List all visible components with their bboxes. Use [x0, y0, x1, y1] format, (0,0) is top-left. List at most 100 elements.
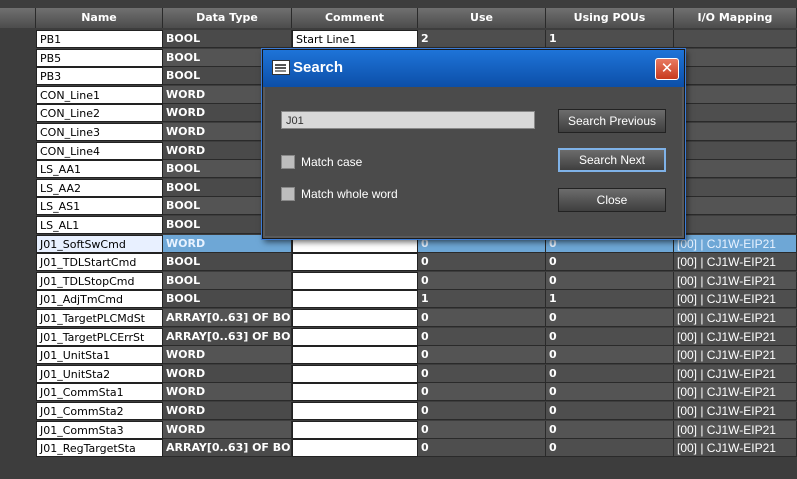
- cell-using-pous[interactable]: 0: [546, 253, 674, 272]
- cell-name[interactable]: PB3: [36, 67, 163, 86]
- column-header-use[interactable]: Use: [418, 8, 546, 28]
- cell-use[interactable]: 2: [418, 30, 546, 48]
- cell-io-mapping[interactable]: [674, 141, 797, 160]
- cell-data-type[interactable]: BOOL: [163, 30, 292, 48]
- cell-name[interactable]: LS_AL1: [36, 216, 163, 234]
- cell-name[interactable]: CON_Line3: [36, 123, 163, 141]
- cell-data-type[interactable]: BOOL: [163, 290, 292, 309]
- cell-comment[interactable]: [292, 346, 418, 365]
- cell-use[interactable]: 0: [418, 383, 546, 402]
- cell-name[interactable]: J01_UnitSta2: [36, 364, 163, 383]
- cell-name[interactable]: J01_TDLStopCmd: [36, 271, 163, 290]
- cell-data-type[interactable]: ARRAY[0..63] OF BO: [163, 327, 292, 346]
- cell-io-mapping[interactable]: [00] | CJ1W-EIP21: [674, 271, 797, 290]
- cell-io-mapping[interactable]: [674, 67, 797, 86]
- cell-name[interactable]: J01_CommSta1: [36, 383, 163, 402]
- column-header-comment[interactable]: Comment: [292, 8, 418, 28]
- cell-using-pous[interactable]: 0: [546, 420, 674, 439]
- cell-use[interactable]: 0: [418, 346, 546, 365]
- cell-data-type[interactable]: BOOL: [163, 253, 292, 272]
- column-header-name[interactable]: Name: [36, 8, 163, 28]
- cell-data-type[interactable]: WORD: [163, 402, 292, 420]
- cell-io-mapping[interactable]: [00] | CJ1W-EIP21: [674, 439, 797, 458]
- cell-using-pous[interactable]: 0: [546, 439, 674, 458]
- table-row[interactable]: PB1 BOOL Start Line1 2 1: [0, 30, 797, 48]
- table-row[interactable]: J01_CommSta1 WORD 0 0 [00] | CJ1W-EIP21: [0, 383, 797, 402]
- cell-name[interactable]: LS_AA2: [36, 178, 163, 197]
- cell-data-type[interactable]: WORD: [163, 420, 292, 439]
- cell-using-pous[interactable]: 0: [546, 271, 674, 290]
- column-header-data-type[interactable]: Data Type: [163, 8, 292, 28]
- cell-data-type[interactable]: BOOL: [163, 271, 292, 290]
- cell-name[interactable]: PB5: [36, 48, 163, 67]
- table-row[interactable]: J01_CommSta3 WORD 0 0 [00] | CJ1W-EIP21: [0, 420, 797, 439]
- cell-data-type[interactable]: WORD: [163, 383, 292, 402]
- cell-use[interactable]: 0: [418, 253, 546, 272]
- table-row[interactable]: J01_TargetPLCMdSt ARRAY[0..63] OF BO 0 0 [00…: [0, 309, 797, 327]
- search-previous-button[interactable]: Search Previous: [558, 109, 666, 133]
- cell-name[interactable]: J01_TargetPLCErrSt: [36, 327, 163, 346]
- cell-using-pous[interactable]: 0: [546, 364, 674, 383]
- cell-comment[interactable]: [292, 402, 418, 420]
- column-header-io-mapping[interactable]: I/O Mapping: [674, 8, 797, 28]
- cell-data-type[interactable]: ARRAY[0..63] OF BO: [163, 439, 292, 458]
- cell-io-mapping[interactable]: [674, 104, 797, 123]
- cell-io-mapping[interactable]: [00] | CJ1W-EIP21: [674, 327, 797, 346]
- table-row[interactable]: J01_UnitSta2 WORD 0 0 [00] | CJ1W-EIP21: [0, 364, 797, 383]
- checkbox-box[interactable]: [281, 187, 295, 201]
- cell-data-type[interactable]: WORD: [163, 346, 292, 365]
- cell-name[interactable]: CON_Line4: [36, 141, 163, 160]
- cell-name[interactable]: J01_SoftSwCmd: [36, 234, 163, 253]
- cell-use[interactable]: 1: [418, 290, 546, 309]
- cell-io-mapping[interactable]: [674, 197, 797, 216]
- cell-using-pous[interactable]: 1: [546, 290, 674, 309]
- cell-comment[interactable]: [292, 364, 418, 383]
- cell-comment[interactable]: [292, 420, 418, 439]
- cell-using-pous[interactable]: 0: [546, 402, 674, 420]
- cell-name[interactable]: J01_UnitSta1: [36, 346, 163, 365]
- cell-io-mapping[interactable]: [00] | CJ1W-EIP21: [674, 420, 797, 439]
- cell-name[interactable]: LS_AA1: [36, 160, 163, 179]
- close-button[interactable]: Close: [558, 188, 666, 212]
- cell-io-mapping[interactable]: [00] | CJ1W-EIP21: [674, 346, 797, 365]
- search-input[interactable]: J01: [281, 111, 535, 129]
- cell-using-pous[interactable]: 0: [546, 309, 674, 327]
- cell-io-mapping[interactable]: [674, 178, 797, 197]
- cell-io-mapping[interactable]: [674, 30, 797, 48]
- match-case-checkbox[interactable]: Match case: [281, 155, 362, 169]
- table-row[interactable]: J01_TargetPLCErrSt ARRAY[0..63] OF BO 0 0 [0…: [0, 327, 797, 346]
- cell-io-mapping[interactable]: [674, 85, 797, 104]
- cell-using-pous[interactable]: 1: [546, 30, 674, 48]
- cell-use[interactable]: 0: [418, 439, 546, 458]
- cell-using-pous[interactable]: 0: [546, 383, 674, 402]
- close-icon[interactable]: ✕: [655, 58, 679, 80]
- table-row[interactable]: J01_CommSta2 WORD 0 0 [00] | CJ1W-EIP21: [0, 402, 797, 420]
- cell-use[interactable]: 0: [418, 420, 546, 439]
- cell-io-mapping[interactable]: [00] | CJ1W-EIP21: [674, 290, 797, 309]
- table-row[interactable]: J01_TDLStopCmd BOOL 0 0 [00] | CJ1W-EIP21: [0, 271, 797, 290]
- table-row[interactable]: J01_TDLStartCmd BOOL 0 0 [00] | CJ1W-EIP21: [0, 253, 797, 272]
- column-header-using-pous[interactable]: Using POUs: [546, 8, 674, 28]
- cell-comment[interactable]: [292, 383, 418, 402]
- cell-name[interactable]: J01_CommSta2: [36, 402, 163, 420]
- table-row[interactable]: J01_UnitSta1 WORD 0 0 [00] | CJ1W-EIP21: [0, 346, 797, 365]
- cell-name[interactable]: J01_TDLStartCmd: [36, 253, 163, 272]
- cell-name[interactable]: CON_Line1: [36, 85, 163, 104]
- cell-io-mapping[interactable]: [674, 160, 797, 179]
- cell-using-pous[interactable]: 0: [546, 346, 674, 365]
- table-row[interactable]: J01_RegTargetSta ARRAY[0..63] OF BO 0 0 [00]…: [0, 439, 797, 458]
- cell-io-mapping[interactable]: [674, 48, 797, 67]
- cell-use[interactable]: 0: [418, 271, 546, 290]
- cell-name[interactable]: J01_TargetPLCMdSt: [36, 309, 163, 327]
- cell-io-mapping[interactable]: [00] | CJ1W-EIP21: [674, 364, 797, 383]
- checkbox-box[interactable]: [281, 155, 295, 169]
- table-row[interactable]: J01_AdjTmCmd BOOL 1 1 [00] | CJ1W-EIP21: [0, 290, 797, 309]
- cell-io-mapping[interactable]: [00] | CJ1W-EIP21: [674, 253, 797, 272]
- cell-comment[interactable]: [292, 327, 418, 346]
- cell-comment[interactable]: [292, 271, 418, 290]
- cell-use[interactable]: 0: [418, 364, 546, 383]
- cell-io-mapping[interactable]: [00] | CJ1W-EIP21: [674, 234, 797, 253]
- cell-comment[interactable]: [292, 253, 418, 272]
- cell-io-mapping[interactable]: [00] | CJ1W-EIP21: [674, 309, 797, 327]
- cell-io-mapping[interactable]: [674, 216, 797, 234]
